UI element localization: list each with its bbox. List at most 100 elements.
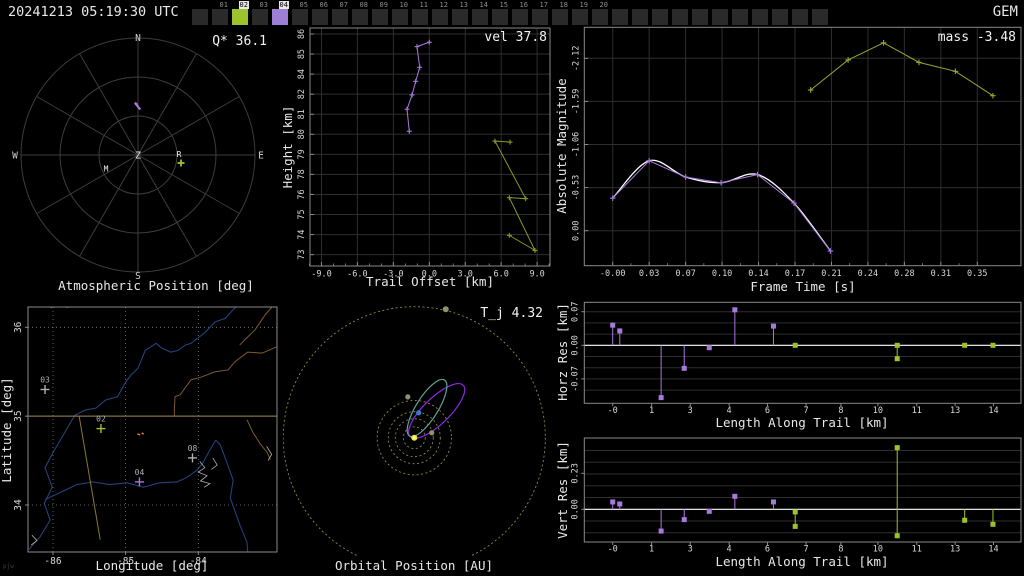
event-tab-blank[interactable]	[751, 9, 768, 25]
panel-residuals: -0 1 3 4 6 7 8 10 11 13 140.070.00-0.07-0 1 3 4 6 7 8 10 1…	[556, 301, 1022, 569]
river-main-upper	[74, 307, 237, 416]
map-chart: -86 -85 -8436353403020804	[13, 306, 278, 567]
svg-text:78: 78	[297, 169, 307, 179]
svg-text:-0: -0	[608, 545, 618, 555]
horz-res-ylabel: Horz Res [km]	[556, 303, 570, 401]
event-tab-label: 06	[318, 1, 329, 9]
horz-res-purple	[610, 307, 776, 401]
event-tab-11[interactable]	[411, 9, 428, 25]
event-tab-20[interactable]	[591, 9, 608, 25]
gridlines	[584, 27, 1021, 266]
svg-text:0.21: 0.21	[821, 269, 841, 279]
moon-label: M	[104, 165, 109, 174]
watermark: pjw	[3, 563, 14, 570]
svg-text:36: 36	[13, 321, 24, 333]
event-tab-03[interactable]	[251, 9, 268, 25]
event-tab-13[interactable]	[451, 9, 468, 25]
svg-text:79: 79	[297, 149, 307, 159]
svg-text:74: 74	[297, 229, 307, 239]
station-marker-03: 03	[40, 375, 50, 394]
svg-text:6.0: 6.0	[494, 270, 509, 280]
frame-time-xlabel: Frame Time [s]	[750, 279, 855, 294]
svg-text:0.17: 0.17	[785, 269, 805, 279]
event-tab-18[interactable]	[551, 9, 568, 25]
event-tab-label: 03	[258, 1, 269, 9]
venus-dot	[429, 430, 435, 436]
vert-res-xlabel: Length Along Trail [km]	[715, 554, 888, 569]
event-tab-label: 11	[418, 1, 429, 9]
svg-text:86: 86	[297, 29, 307, 39]
vert_res_vs_length: -0 1 3 4 6 7 8 10 11 13 140.230.00	[570, 437, 1022, 555]
event-tab-blank[interactable]	[811, 9, 828, 25]
svg-text:9.0: 9.0	[529, 270, 544, 280]
svg-text:8: 8	[838, 545, 843, 555]
event-tab-blank[interactable]	[771, 9, 788, 25]
svg-text:-9.0: -9.0	[311, 270, 331, 280]
lightcurve-green	[807, 40, 996, 99]
horz-res-xlabel: Length Along Trail [km]	[715, 415, 888, 430]
svg-text:-0: -0	[608, 406, 618, 416]
border-brown-southeast	[246, 419, 271, 460]
svg-text:7: 7	[804, 545, 809, 555]
svg-text:11: 11	[912, 406, 922, 416]
panel-ground-map: -86 -85 -8436353403020804 Latitude [deg] L…	[0, 306, 278, 573]
gridlines	[310, 28, 550, 266]
city-boundary	[197, 461, 211, 488]
height-ylabel: Height [km]	[283, 106, 295, 189]
svg-text:-6.0: -6.0	[347, 270, 367, 280]
svg-text:0.10: 0.10	[712, 269, 732, 279]
event-tab-blank[interactable]	[791, 9, 808, 25]
cardinal-e: E	[258, 151, 264, 162]
svg-text:35: 35	[13, 410, 24, 421]
svg-text:10: 10	[873, 545, 883, 555]
border-brown-east	[173, 346, 277, 417]
event-tab-blank[interactable]	[611, 9, 628, 25]
event-tab-09[interactable]	[371, 9, 388, 25]
event-tab-blank[interactable]	[671, 9, 688, 25]
gridlines	[584, 311, 1021, 391]
longitude-xlabel: Longitude [deg]	[96, 558, 209, 573]
event-tab-blank[interactable]	[731, 9, 748, 25]
event-tab-blank[interactable]	[711, 9, 728, 25]
event-tab-17[interactable]	[531, 9, 548, 25]
svg-text:-0.07: -0.07	[570, 366, 580, 392]
event-tab-14[interactable]	[471, 9, 488, 25]
vert-res-purple	[610, 493, 776, 534]
event-tab-12[interactable]	[431, 9, 448, 25]
event-tab-06[interactable]	[311, 9, 328, 25]
event-tab-label: 04	[278, 1, 289, 9]
cardinal-n: N	[135, 33, 141, 44]
event-tab-05[interactable]	[291, 9, 308, 25]
event-tab-blank[interactable]	[191, 9, 208, 25]
event-tab-blank[interactable]	[631, 9, 648, 25]
border-brown-northeast	[239, 307, 273, 346]
map-axes: -86 -85 -84363534	[13, 321, 207, 567]
event-tab-04[interactable]	[271, 9, 288, 25]
svg-text:3: 3	[688, 545, 693, 555]
svg-text:14: 14	[988, 406, 998, 416]
event-tab-08[interactable]	[351, 9, 368, 25]
event-tab-07[interactable]	[331, 9, 348, 25]
svg-text:0.28: 0.28	[894, 269, 914, 279]
svg-text:13: 13	[950, 545, 960, 555]
event-tab-label: 02	[238, 1, 249, 9]
event-tab-label: 16	[518, 1, 529, 9]
meteor-analysis-screen: 01 02 03 04 05 06 07 08 09 10 11 12 13 14 15 16 17 18 19 20…	[0, 0, 1024, 576]
event-tab-label: 08	[358, 1, 369, 9]
svg-text:0.07: 0.07	[675, 269, 695, 279]
event-tab-01[interactable]	[211, 9, 228, 25]
svg-text:11: 11	[912, 545, 922, 555]
svg-text:03: 03	[40, 375, 50, 384]
svg-text:0.00: 0.00	[570, 499, 580, 519]
event-tab-19[interactable]	[571, 9, 588, 25]
lightcurve-purple	[609, 157, 834, 254]
event-tab-02[interactable]	[231, 9, 248, 25]
event-tab-10[interactable]	[391, 9, 408, 25]
event-tab-blank[interactable]	[651, 9, 668, 25]
event-tab-15[interactable]	[491, 9, 508, 25]
event-tab-blank[interactable]	[691, 9, 708, 25]
event-tab-16[interactable]	[511, 9, 528, 25]
orbit-geometry	[283, 306, 546, 556]
event-tab-label: 01	[218, 1, 229, 9]
map-gridlines	[28, 307, 277, 552]
